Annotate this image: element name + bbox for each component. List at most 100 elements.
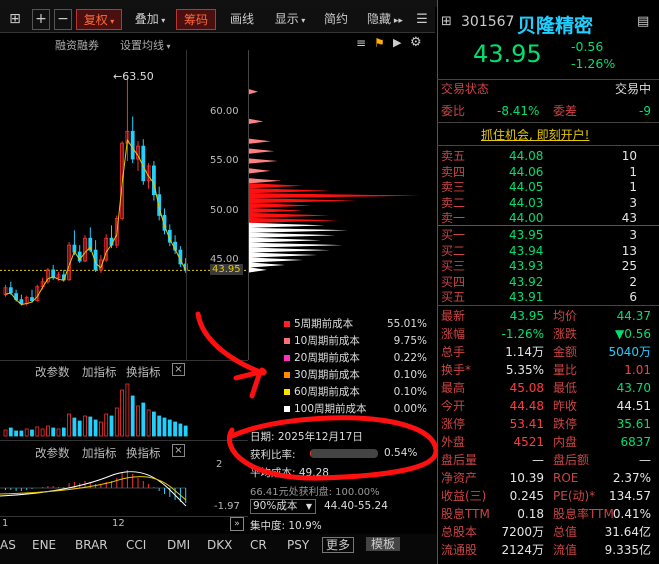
order-label: 卖五 (441, 149, 466, 163)
chip-bar (249, 168, 271, 174)
cost90-select[interactable]: 90%成本 ▼ (250, 499, 316, 514)
fuquan-label: 复权 (83, 13, 108, 27)
grid-icon[interactable]: ⊞ (441, 14, 452, 29)
stat-label: 流通股 (441, 543, 478, 557)
menu-icon[interactable]: ▤ (637, 14, 649, 29)
yincang-button[interactable]: 隐藏 ▸▸ (362, 9, 408, 30)
stat-row: 涨幅 -1.26% 涨跌 ▼0.56 (437, 326, 659, 343)
stock-name: 贝隆精密 (517, 15, 594, 37)
x-tick: 12 (112, 518, 125, 529)
fuquan-dropdown[interactable]: 复权 ▾ (76, 9, 122, 30)
grid-icon[interactable]: ⊞ (8, 9, 22, 30)
volume-bar (14, 430, 19, 437)
order-label: 买四 (441, 274, 466, 289)
volume-bar (99, 421, 103, 437)
volume-bar (83, 415, 87, 437)
chip-bar (249, 138, 271, 144)
divider (437, 305, 659, 306)
expand-right-icon[interactable]: » (230, 517, 244, 531)
huaxian-button[interactable]: 画线 (226, 9, 258, 30)
order-label: 买五 (441, 290, 466, 304)
tab-dkx[interactable]: DKX (207, 538, 232, 552)
xianshi-dropdown[interactable]: 显示 ▾ (268, 9, 312, 30)
stat-label: 均价 (553, 309, 578, 323)
stat-value: 44.51 (616, 399, 651, 413)
stat-value: ▼0.56 (615, 327, 651, 341)
stat-value: — (532, 453, 544, 467)
settings-gear-icon[interactable]: ⚙ (410, 35, 422, 50)
panel2-params-button[interactable]: 改参数 (35, 364, 70, 380)
order-label: 卖二 (441, 195, 466, 210)
order-label: 买二 (441, 243, 466, 258)
chip-mode-icon[interactable]: ≡ (356, 36, 366, 50)
stat-value: 53.41 (509, 417, 544, 431)
candle-body (8, 287, 13, 294)
zoom-out-icon[interactable]: − (54, 9, 72, 30)
diejia-label: 叠加 (134, 12, 159, 26)
ma-line (5, 138, 187, 306)
tab-ene[interactable]: ENE (32, 538, 56, 552)
stat-row: 换手* 5.35% 量比 1.01 (437, 362, 659, 379)
tab-template[interactable]: 模板 (366, 537, 401, 551)
stat-row: 流通股 2124万 流值 9.335亿 (437, 542, 659, 559)
jianyue-button[interactable]: 简约 (320, 9, 352, 30)
open-account-banner[interactable]: 抓住机会, 即刻开户! (481, 126, 589, 143)
order-price: 44.06 (509, 164, 544, 179)
order-label: 买一 (441, 228, 466, 242)
panel3-params-button[interactable]: 改参数 (35, 445, 70, 461)
tab-dmi[interactable]: DMI (167, 538, 190, 552)
x-tick: 1 (2, 518, 9, 529)
candle-body (30, 297, 34, 301)
stat-value: 43.95 (509, 309, 544, 323)
stat-value: 1.01 (624, 363, 651, 377)
peak-value: 63.50 (122, 70, 154, 83)
panel3-switch-button[interactable]: 换指标 (126, 445, 161, 461)
chip-bar (249, 222, 325, 228)
order-price: 43.93 (509, 259, 544, 273)
stat-value: 5.35% (505, 363, 544, 377)
tab-cci[interactable]: CCI (126, 538, 146, 552)
chip-bar (249, 217, 339, 223)
chip-bar (249, 247, 330, 253)
cost90-range: 44.40-55.24 (324, 500, 388, 512)
xianshi-label: 显示 (274, 12, 299, 26)
diejia-dropdown[interactable]: 叠加 ▾ (128, 9, 172, 30)
zoom-in-icon[interactable]: + (32, 9, 50, 30)
arrow-right-icon[interactable]: ▶ (393, 36, 401, 49)
order-label: 卖四 (441, 164, 466, 179)
order-volume: 3 (629, 195, 637, 210)
stat-label: 涨停 (441, 417, 466, 431)
stat-label: 内盘 (553, 435, 578, 449)
chip-bar (249, 232, 336, 238)
list-icon[interactable]: ☰ (414, 9, 430, 30)
volume-bar (88, 416, 93, 437)
volume-bar (56, 428, 61, 437)
chip-bar (249, 193, 420, 199)
panel2-add-button[interactable]: 加指标 (82, 364, 117, 380)
volume-bar (136, 405, 140, 437)
stat-label: 换手* (441, 363, 472, 377)
flag-icon[interactable]: ⚑ (374, 36, 385, 50)
order-row: 卖五 44.08 10 (437, 148, 659, 165)
volume-bar (19, 430, 24, 437)
panel2-switch-button[interactable]: 换指标 (126, 364, 161, 380)
tab-brar[interactable]: BRAR (75, 538, 108, 552)
volume-bar (61, 427, 66, 437)
chouma-button[interactable]: 筹码 (176, 9, 216, 30)
order-volume: 13 (621, 243, 637, 258)
stat-label: 盘后量 (441, 453, 478, 467)
order-row: 买三 43.93 25 (437, 258, 659, 275)
order-volume: 1 (629, 180, 637, 194)
quote-panel: ⊞ 301567 贝隆精密 ▤ 43.95 -0.56 -1.26% 交易状态 … (437, 0, 659, 564)
stat-value: 35.61 (616, 417, 651, 431)
panel3-add-button[interactable]: 加指标 (82, 445, 117, 461)
hand-drawn-annotation (195, 311, 439, 481)
macd-dif-line (0, 471, 187, 507)
tab-as[interactable]: AS (0, 538, 16, 552)
tab-more[interactable]: 更多 (322, 537, 355, 553)
stat-value: 9.335亿 (604, 543, 651, 557)
tab-psy[interactable]: PSY (287, 538, 309, 552)
order-price: 44.03 (509, 195, 544, 210)
tab-cr[interactable]: CR (250, 538, 267, 552)
divider (437, 122, 659, 123)
